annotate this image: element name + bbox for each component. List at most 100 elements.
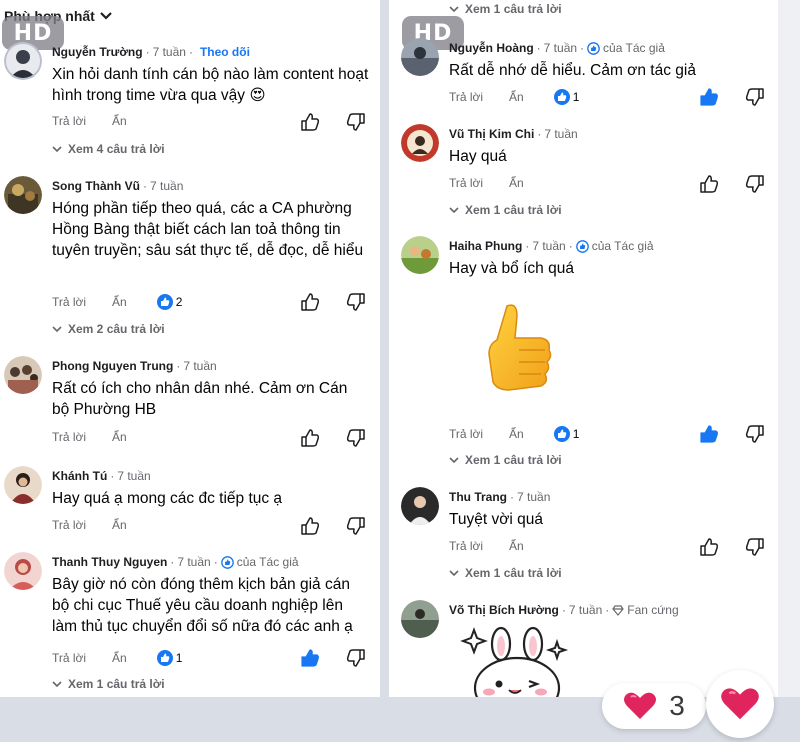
reply-button[interactable]: Trả lời (449, 90, 509, 104)
hide-button[interactable]: Ẩn (112, 430, 127, 444)
comment-header: Võ Thị Bích Hường · 7 tuần · Fan cứng (449, 603, 679, 617)
author-name[interactable]: Song Thành Vũ (52, 179, 140, 193)
comment: Thu Trang · 7 tuần Tuyệt vời quá Trả lời… (401, 487, 778, 587)
thumbs-down-icon[interactable] (745, 537, 765, 557)
reaction-count[interactable]: 1 (553, 89, 579, 105)
comment-time[interactable]: 7 tuần (117, 469, 150, 483)
reaction-count[interactable]: 2 (156, 294, 182, 310)
comment-time[interactable]: 7 tuần (544, 127, 577, 141)
comment-actions: Trả lời Ẩn 1 (449, 426, 579, 442)
thumbs-up-icon[interactable] (300, 428, 320, 448)
follow-button[interactable]: Theo dõi (200, 45, 250, 59)
thumbs-up-icon[interactable] (300, 292, 320, 312)
reply-button[interactable]: Trả lời (52, 295, 112, 309)
thumbs-down-icon[interactable] (745, 87, 765, 107)
comment: Nguyễn Hoàng · 7 tuần · của Tác giả Rất … (401, 38, 778, 113)
comment-time[interactable]: 7 tuần (544, 41, 577, 55)
thumbs-down-icon[interactable] (346, 428, 366, 448)
comment-header: Song Thành Vũ · 7 tuần (52, 179, 184, 193)
view-replies-button[interactable]: Xem 1 câu trả lời (449, 453, 562, 467)
avatar[interactable] (401, 236, 439, 274)
thumbs-up-filled-icon[interactable] (300, 648, 320, 668)
thumbs-down-icon[interactable] (346, 648, 366, 668)
reply-button[interactable]: Trả lời (449, 176, 509, 190)
author-name[interactable]: Nguyễn Trường (52, 45, 143, 59)
author-name[interactable]: Thu Trang (449, 490, 507, 504)
avatar[interactable] (4, 552, 42, 590)
view-replies-button[interactable]: Xem 2 câu trả lời (52, 322, 165, 336)
comment-time[interactable]: 7 tuần (517, 490, 550, 504)
comment-time[interactable]: 7 tuần (177, 555, 210, 569)
reply-button[interactable]: Trả lời (52, 430, 112, 444)
view-replies-button[interactable]: Xem 1 câu trả lời (449, 566, 562, 580)
comment-time[interactable]: 7 tuần (183, 359, 216, 373)
heart-icon (624, 692, 657, 719)
hide-button[interactable]: Ẩn (112, 295, 127, 309)
like-reaction-icon (553, 426, 570, 442)
comment-header: Haiha Phung · 7 tuần · của Tác giả (449, 239, 654, 253)
thumbs-up-icon[interactable] (300, 112, 320, 132)
avatar[interactable] (401, 487, 439, 525)
hide-button[interactable]: Ẩn (509, 176, 524, 190)
comment-time[interactable]: 7 tuần (532, 239, 565, 253)
hide-button[interactable]: Ẩn (112, 114, 127, 128)
view-replies-button[interactable]: Xem 1 câu trả lời (449, 203, 562, 217)
heart-react-button[interactable] (706, 670, 774, 738)
author-name[interactable]: Võ Thị Bích Hường (449, 603, 559, 617)
author-name[interactable]: Phong Nguyen Trung (52, 359, 173, 373)
avatar[interactable] (4, 356, 42, 394)
comment-header: Nguyễn Trường · 7 tuần · Theo dõi (52, 45, 250, 59)
author-name[interactable]: Vũ Thị Kim Chi (449, 127, 534, 141)
right-comments-panel: Xem 1 câu trả lời HD Nguyễn Hoàng · 7 tu… (389, 0, 778, 697)
comment-actions: Trả lời Ẩn (52, 114, 127, 128)
reaction-count[interactable]: 1 (553, 426, 579, 442)
thumbs-up-icon[interactable] (699, 537, 719, 557)
author-name[interactable]: Thanh Thuy Nguyen (52, 555, 167, 569)
thumbs-up-filled-icon[interactable] (699, 424, 719, 444)
thumbs-down-icon[interactable] (346, 516, 366, 536)
avatar[interactable] (4, 466, 42, 504)
avatar[interactable] (401, 124, 439, 162)
like-reaction-icon (156, 650, 173, 666)
thumbs-up-icon[interactable] (699, 174, 719, 194)
reply-button[interactable]: Trả lời (449, 539, 509, 553)
comment-text: Rất có ích cho nhân dân nhé. Cảm ơn Cán … (52, 380, 348, 418)
thumbs-up-filled-icon[interactable] (699, 87, 719, 107)
thumbs-down-icon[interactable] (745, 174, 765, 194)
avatar[interactable] (4, 176, 42, 214)
hide-button[interactable]: Ẩn (112, 518, 127, 532)
comment-text: Hay quá ạ mong các đc tiếp tục ạ (52, 490, 283, 507)
view-replies-button[interactable]: Xem 4 câu trả lời (52, 142, 165, 156)
reply-button[interactable]: Trả lời (52, 651, 112, 665)
reaction-summary[interactable]: 3 (602, 683, 706, 729)
author-like-label: của Tác giả (591, 239, 654, 253)
comment-text: Hay quá (449, 148, 507, 165)
author-name[interactable]: Haiha Phung (449, 239, 522, 253)
thumbs-down-icon[interactable] (346, 292, 366, 312)
author-name[interactable]: Khánh Tú (52, 469, 107, 483)
hide-button[interactable]: Ẩn (509, 539, 524, 553)
avatar[interactable] (401, 600, 439, 638)
view-replies-button[interactable]: Xem 1 câu trả lời (52, 677, 165, 691)
thumbs-down-icon[interactable] (745, 424, 765, 444)
thumbs-down-icon[interactable] (346, 112, 366, 132)
avatar[interactable] (4, 42, 42, 80)
reply-button[interactable]: Trả lời (449, 427, 509, 441)
hide-button[interactable]: Ẩn (509, 90, 524, 104)
hide-button[interactable]: Ẩn (112, 651, 127, 665)
comment: Song Thành Vũ · 7 tuần Hóng phần tiếp th… (4, 176, 380, 346)
hide-button[interactable]: Ẩn (509, 427, 524, 441)
comment-time[interactable]: 7 tuần (153, 45, 186, 59)
scroll-gutter (778, 0, 800, 697)
author-name[interactable]: Nguyễn Hoàng (449, 41, 534, 55)
avatar[interactable] (401, 38, 439, 76)
reaction-count[interactable]: 1 (156, 650, 182, 666)
comment-time[interactable]: 7 tuần (569, 603, 602, 617)
comment-time[interactable]: 7 tuần (150, 179, 183, 193)
comment-actions: Trả lời Ẩn 1 (52, 650, 182, 666)
reply-button[interactable]: Trả lời (52, 114, 112, 128)
view-replies-button[interactable]: Xem 1 câu trả lời (449, 2, 562, 16)
thumbs-up-icon[interactable] (300, 516, 320, 536)
reply-button[interactable]: Trả lời (52, 518, 112, 532)
comment: Khánh Tú · 7 tuần Hay quá ạ mong các đc … (4, 466, 380, 542)
